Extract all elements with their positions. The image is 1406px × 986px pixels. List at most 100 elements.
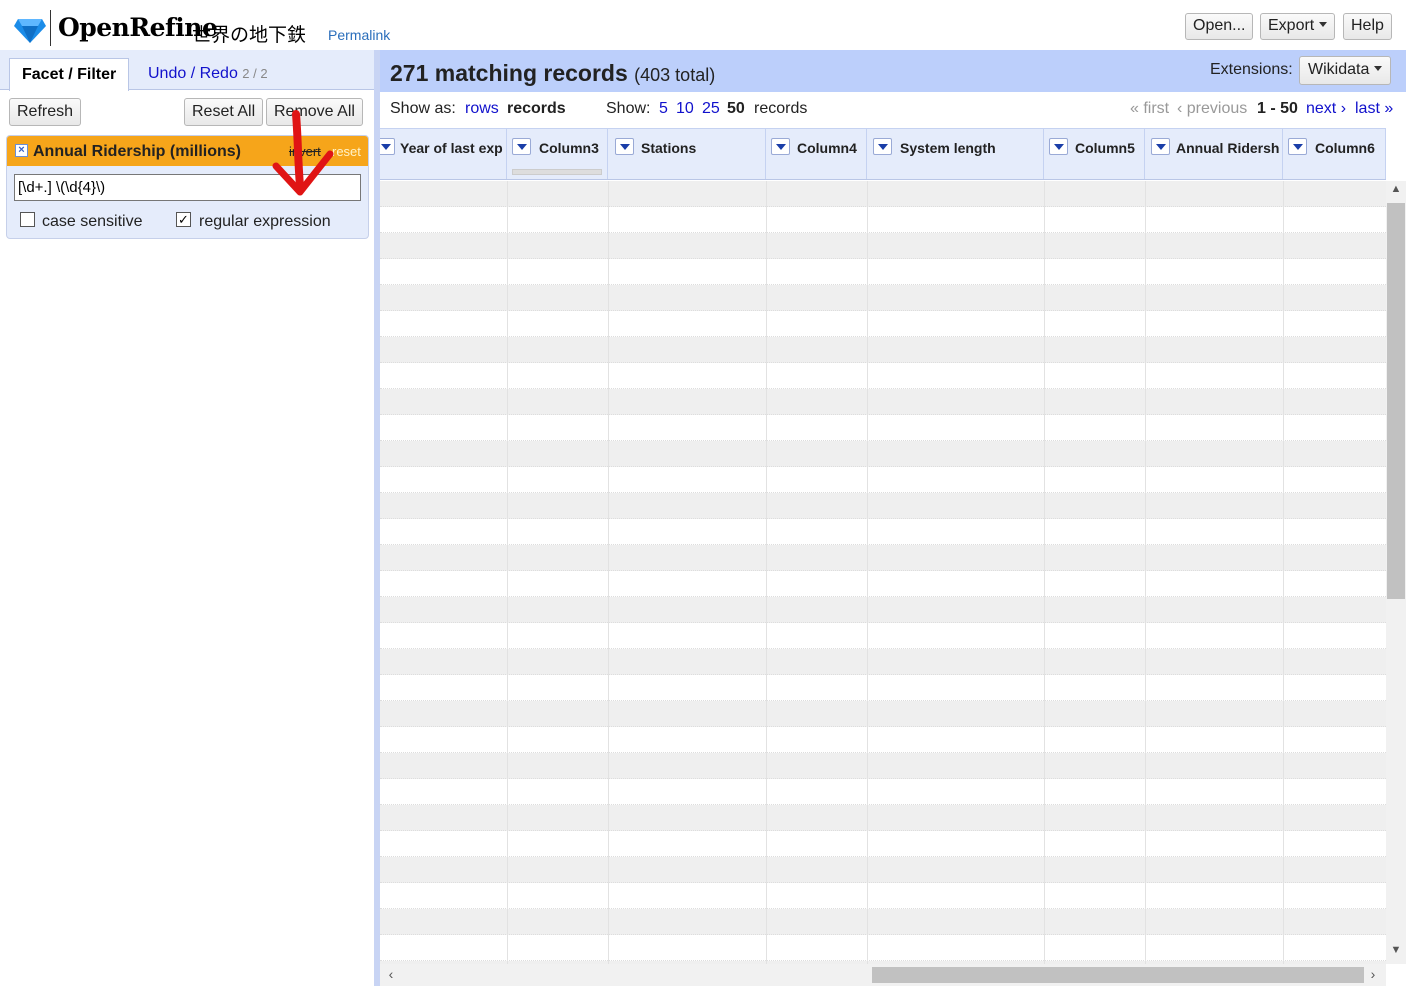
total-records: (403 total) [634,65,716,85]
regular-expression-label: regular expression [199,213,331,230]
summary-bar: 271 matching records (403 total) Extensi… [380,50,1406,92]
left-tabbar: Facet / Filter Undo / Redo 2 / 2 [0,50,374,91]
show-label: Show: [606,100,651,117]
extensions-label: Extensions: [1210,61,1293,78]
scroll-down-icon[interactable]: ▼ [1386,944,1406,962]
scroll-right-icon[interactable]: › [1364,966,1382,984]
page-size-5-link[interactable]: 5 [659,100,668,118]
scroll-left-icon[interactable]: ‹ [382,966,400,984]
wikidata-button-label: Wikidata [1308,61,1370,78]
page-size-unit: records [754,100,808,117]
permalink-link[interactable]: Permalink [328,27,390,43]
column-resize-bar[interactable] [512,169,602,175]
table-row [380,545,1386,571]
tab-facet-filter-label: Facet / Filter [22,66,117,83]
table-row [380,337,1386,363]
scroll-up-icon[interactable]: ▲ [1386,183,1406,201]
column-header-column5[interactable]: Column5 [1044,129,1145,179]
column-name: Column3 [539,140,599,156]
table-row [380,727,1386,753]
column-header-system-length[interactable]: System length [867,129,1044,179]
table-row [380,623,1386,649]
table-row [380,701,1386,727]
refresh-button-label: Refresh [17,103,74,120]
next-page-link[interactable]: next › [1306,100,1346,118]
column-divider [507,181,508,964]
reset-all-button[interactable]: Reset All [184,98,264,126]
column-menu-dropdown-icon[interactable] [512,138,531,155]
table-row [380,597,1386,623]
column-divider [766,181,767,964]
regular-expression-checkbox[interactable]: ✓ [176,212,191,227]
table-row [380,311,1386,337]
table-row [380,285,1386,311]
column-divider [1044,181,1045,964]
table-row [380,675,1386,701]
chevron-down-icon [1319,22,1328,27]
column-menu-dropdown-icon[interactable] [1288,138,1307,155]
project-name[interactable]: 世界の地下鉄 [192,20,306,47]
previous-page-link[interactable]: ‹ previous [1177,100,1247,118]
column-header-annual-ridership[interactable]: Annual Ridersh [1145,129,1283,179]
column-header-column3[interactable]: Column3 [507,129,608,179]
column-header-column6[interactable]: Column6 [1283,129,1386,179]
column-header-year-of-last-exp[interactable]: Year of last exp [380,129,507,179]
page-range: 1 - 50 [1257,100,1298,117]
column-menu-dropdown-icon[interactable] [380,138,395,155]
table-row [380,467,1386,493]
openrefine-logo-icon[interactable] [14,17,46,43]
page-size-50-selected: 50 [727,100,745,117]
table-row [380,909,1386,935]
column-divider [867,181,868,964]
page-size-25-link[interactable]: 25 [702,100,720,118]
column-name: Year of last exp [400,140,503,156]
open-button[interactable]: Open... [1185,13,1254,40]
help-button-label: Help [1351,17,1384,34]
column-menu-dropdown-icon[interactable] [1151,138,1170,155]
column-divider [1283,181,1284,964]
table-row [380,259,1386,285]
vertical-scroll-thumb[interactable] [1387,203,1405,599]
column-menu-dropdown-icon[interactable] [615,138,634,155]
table-row [380,857,1386,883]
tab-undo-redo[interactable]: Undo / Redo 2 / 2 [136,58,280,91]
close-icon[interactable]: × [15,144,28,157]
column-menu-dropdown-icon[interactable] [1049,138,1068,155]
logo-separator [50,10,51,46]
last-page-link[interactable]: last » [1355,100,1393,118]
matching-records: 271 matching records [390,60,628,86]
horizontal-scrollbar[interactable]: ‹ › [380,964,1386,986]
first-page-link[interactable]: « first [1130,100,1169,118]
wikidata-extension-button[interactable]: Wikidata [1299,56,1392,85]
export-button[interactable]: Export [1260,13,1336,40]
view-controls-bar: Show as: rows records Show: 5 10 25 50 r… [380,92,1406,128]
column-menu-dropdown-icon[interactable] [771,138,790,155]
table-row [380,363,1386,389]
horizontal-scroll-thumb[interactable] [872,967,1364,983]
reset-all-button-label: Reset All [192,103,256,120]
table-row [380,207,1386,233]
show-as-label: Show as: [390,100,456,117]
table-row [380,441,1386,467]
column-menu-dropdown-icon[interactable] [873,138,892,155]
table-row [380,935,1386,961]
page-size-10-link[interactable]: 10 [676,100,694,118]
case-sensitive-checkbox[interactable] [20,212,35,227]
help-button[interactable]: Help [1343,13,1392,40]
show-as-rows-link[interactable]: rows [465,100,499,118]
data-table-header: Year of last exp Column3 Stations Column… [380,128,1386,180]
export-button-label: Export [1268,17,1315,34]
column-header-column4[interactable]: Column4 [766,129,867,179]
tab-facet-filter[interactable]: Facet / Filter [9,58,130,91]
table-row [380,831,1386,857]
scrollbar-corner [1386,964,1406,986]
show-as-records-selected: records [507,100,566,117]
table-row [380,181,1386,207]
column-name: Column4 [797,140,857,156]
data-table-body [380,181,1386,964]
refresh-button[interactable]: Refresh [9,98,82,126]
table-row [380,883,1386,909]
vertical-scrollbar[interactable]: ▲ ▼ [1386,181,1406,964]
column-header-stations[interactable]: Stations [608,129,766,179]
table-row [380,233,1386,259]
